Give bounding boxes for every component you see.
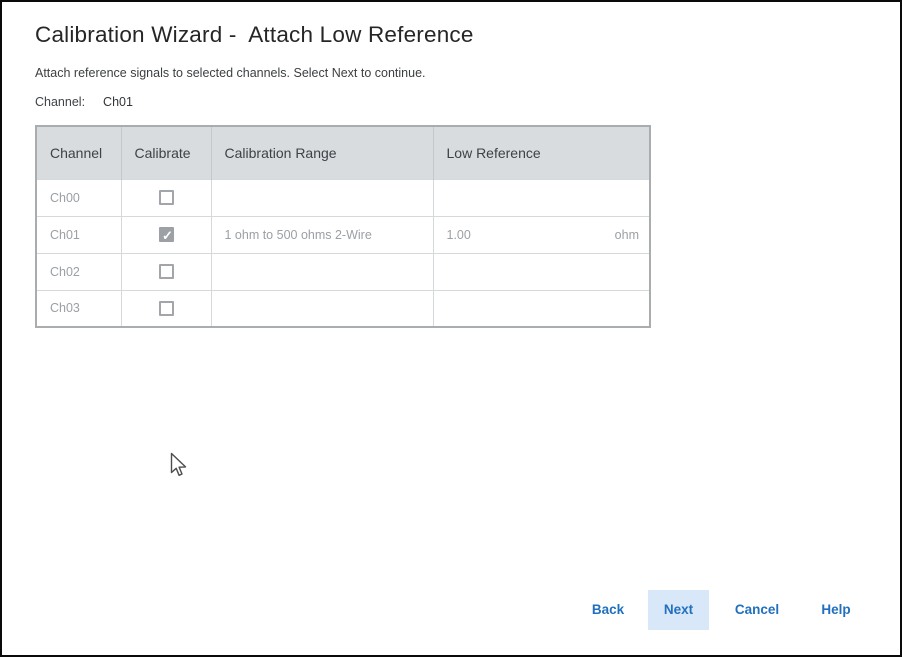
calibrate-checkbox[interactable] — [159, 190, 174, 205]
table-row: Ch02 — [36, 253, 650, 290]
col-header-channel: Channel — [36, 126, 121, 179]
calibration-table: Channel Calibrate Calibration Range Low … — [35, 125, 651, 328]
next-button[interactable]: Next — [648, 590, 709, 630]
calibrate-cell — [121, 253, 211, 290]
low-reference-cell — [433, 179, 650, 216]
channel-cell: Ch02 — [36, 253, 121, 290]
low-reference-cell — [433, 290, 650, 327]
back-button[interactable]: Back — [578, 590, 638, 630]
calibrate-checkbox[interactable] — [159, 264, 174, 279]
channel-value: Ch01 — [103, 95, 133, 109]
calibration-range-cell — [211, 290, 433, 327]
low-reference-cell — [433, 253, 650, 290]
channel-cell: Ch00 — [36, 179, 121, 216]
channel-label: Channel: — [35, 95, 85, 109]
calibrate-cell — [121, 290, 211, 327]
channel-cell: Ch03 — [36, 290, 121, 327]
instruction-text: Attach reference signals to selected cha… — [35, 66, 426, 80]
low-reference-unit: ohm — [615, 228, 639, 242]
low-reference-cell: 1.00 ohm — [433, 216, 650, 253]
table-row: Ch03 — [36, 290, 650, 327]
page-title: Calibration Wizard - Attach Low Referenc… — [35, 22, 474, 48]
table-row: Ch01 1 ohm to 500 ohms 2-Wire 1.00 ohm — [36, 216, 650, 253]
calibrate-checkbox[interactable] — [159, 301, 174, 316]
calibrate-cell — [121, 216, 211, 253]
channel-line: Channel: Ch01 — [35, 95, 133, 109]
table-header-row: Channel Calibrate Calibration Range Low … — [36, 126, 650, 179]
cancel-button[interactable]: Cancel — [722, 590, 792, 630]
calibration-range-cell — [211, 179, 433, 216]
col-header-low-reference: Low Reference — [433, 126, 650, 179]
channel-cell: Ch01 — [36, 216, 121, 253]
low-reference-value[interactable]: 1.00 — [447, 228, 471, 242]
calibration-range-cell: 1 ohm to 500 ohms 2-Wire — [211, 216, 433, 253]
mouse-cursor — [170, 452, 189, 484]
calibrate-checkbox-checked[interactable] — [159, 227, 174, 242]
col-header-calibration-range: Calibration Range — [211, 126, 433, 179]
table-row: Ch00 — [36, 179, 650, 216]
calibrate-cell — [121, 179, 211, 216]
help-button[interactable]: Help — [808, 590, 864, 630]
calibration-range-cell — [211, 253, 433, 290]
col-header-calibrate: Calibrate — [121, 126, 211, 179]
window-border — [0, 0, 902, 657]
